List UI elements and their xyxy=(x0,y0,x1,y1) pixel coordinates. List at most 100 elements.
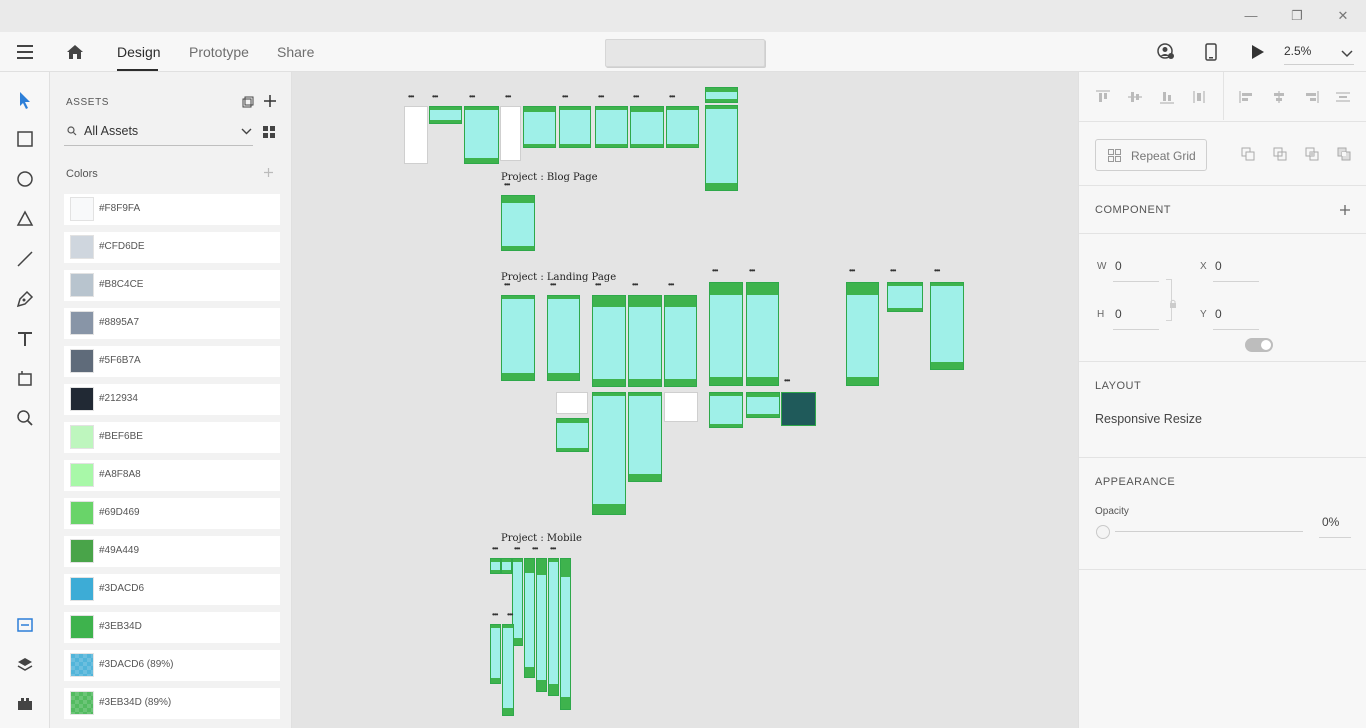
color-swatch-item[interactable]: #B8C4CE xyxy=(64,270,280,301)
artboard-menu-dots[interactable]: ••• xyxy=(507,611,513,619)
artboard-tool-icon[interactable] xyxy=(15,368,35,388)
color-swatch-item[interactable]: #F8F9FA xyxy=(64,194,280,225)
artboard-thumbnail[interactable] xyxy=(592,295,626,387)
artboard-thumbnail[interactable] xyxy=(781,392,816,426)
artboard-thumbnail[interactable] xyxy=(560,558,571,710)
responsive-resize-toggle[interactable] xyxy=(1245,338,1273,352)
distribute-vertical-icon[interactable] xyxy=(1191,90,1207,104)
tab-prototype[interactable]: Prototype xyxy=(189,44,249,60)
artboard-thumbnail[interactable] xyxy=(524,558,535,678)
grid-view-icon[interactable] xyxy=(263,125,275,143)
artboard-thumbnail[interactable] xyxy=(501,195,535,251)
align-center-icon[interactable] xyxy=(1271,90,1287,104)
color-swatch-item[interactable]: #BEF6BE xyxy=(64,422,280,453)
artboard-thumbnail[interactable] xyxy=(429,106,462,124)
add-component-icon[interactable] xyxy=(1339,203,1351,221)
color-swatch-item[interactable]: #212934 xyxy=(64,384,280,415)
artboard-menu-dots[interactable]: ••• xyxy=(550,545,556,553)
artboard-menu-dots[interactable]: ••• xyxy=(749,267,755,275)
zoom-level[interactable]: 2.5% xyxy=(1284,44,1311,58)
chevron-down-icon[interactable] xyxy=(1341,45,1353,63)
add-color-icon[interactable] xyxy=(263,165,274,183)
tab-design[interactable]: Design xyxy=(117,44,161,60)
artboard-label-landing[interactable]: Project : Landing Page xyxy=(501,272,616,283)
color-swatch-item[interactable]: #3DACD6 xyxy=(64,574,280,605)
artboard-thumbnail[interactable] xyxy=(464,106,499,164)
color-swatch-item[interactable]: #3EB34D (89%) xyxy=(64,688,280,719)
plugins-icon[interactable] xyxy=(15,694,35,714)
artboard-menu-dots[interactable]: ••• xyxy=(633,93,639,101)
artboard-thumbnail[interactable] xyxy=(559,106,591,148)
artboard-thumbnail[interactable] xyxy=(930,282,964,370)
artboard-label-blog[interactable]: Project : Blog Page xyxy=(501,172,598,183)
color-swatch-item[interactable]: #69D469 xyxy=(64,498,280,529)
pen-tool-icon[interactable] xyxy=(15,289,35,309)
document-title-field[interactable] xyxy=(605,39,765,67)
restore-icon[interactable]: ❐ xyxy=(1289,8,1305,24)
repeat-grid-button[interactable]: Repeat Grid xyxy=(1095,139,1207,171)
opacity-input[interactable]: 0% xyxy=(1322,515,1339,529)
artboard-menu-dots[interactable]: ••• xyxy=(934,267,940,275)
artboard-menu-dots[interactable]: ••• xyxy=(784,377,790,385)
artboard-thumbnail[interactable] xyxy=(556,418,589,452)
artboard-menu-dots[interactable]: ••• xyxy=(849,267,855,275)
home-icon[interactable] xyxy=(66,43,84,66)
color-swatch-item[interactable]: #49A449 xyxy=(64,536,280,567)
share-user-icon[interactable] xyxy=(1157,43,1175,66)
width-input[interactable]: 0 xyxy=(1115,259,1122,273)
artboard-thumbnail[interactable] xyxy=(664,392,698,422)
layers-icon[interactable] xyxy=(15,655,35,675)
artboard-thumbnail[interactable] xyxy=(536,558,547,692)
artboard-menu-dots[interactable]: ••• xyxy=(505,93,511,101)
artboard-menu-dots[interactable]: ••• xyxy=(492,611,498,619)
artboard-menu-dots[interactable]: ••• xyxy=(408,93,414,101)
artboard-thumbnail[interactable] xyxy=(628,295,662,387)
align-middle-icon[interactable] xyxy=(1127,90,1143,104)
artboard-label-mobile[interactable]: Project : Mobile xyxy=(501,533,582,544)
color-swatch-item[interactable]: #3EB34D xyxy=(64,612,280,643)
artboard-thumbnail[interactable] xyxy=(705,105,738,191)
artboard-menu-dots[interactable]: ••• xyxy=(632,281,638,289)
color-swatch-item[interactable]: #CFD6DE xyxy=(64,232,280,263)
align-right-icon[interactable] xyxy=(1303,90,1319,104)
artboard-thumbnail[interactable] xyxy=(746,282,779,386)
artboard-thumbnail[interactable] xyxy=(664,295,697,387)
align-top-icon[interactable] xyxy=(1095,90,1111,104)
artboard-thumbnail[interactable] xyxy=(746,392,780,418)
artboard-menu-dots[interactable]: ••• xyxy=(514,545,520,553)
polygon-tool-icon[interactable] xyxy=(15,209,35,229)
boolean-exclude-icon[interactable] xyxy=(1337,147,1351,166)
artboard-thumbnail[interactable] xyxy=(666,106,699,148)
artboard-thumbnail[interactable] xyxy=(846,282,879,386)
artboard-thumbnail[interactable] xyxy=(705,87,738,103)
color-swatch-item[interactable]: #3DACD6 (89%) xyxy=(64,650,280,681)
artboard-thumbnail[interactable] xyxy=(501,295,535,381)
artboard-thumbnail[interactable] xyxy=(501,558,512,574)
asset-filter-dropdown[interactable]: All Assets xyxy=(64,120,253,146)
artboard-menu-dots[interactable]: ••• xyxy=(668,281,674,289)
boolean-intersect-icon[interactable] xyxy=(1305,147,1319,166)
minimize-icon[interactable]: — xyxy=(1243,8,1259,24)
add-asset-icon[interactable] xyxy=(263,94,277,113)
assets-panel-icon[interactable] xyxy=(15,615,35,635)
artboard-menu-dots[interactable]: ••• xyxy=(469,93,475,101)
artboard-thumbnail[interactable] xyxy=(523,106,556,148)
artboard-thumbnail[interactable] xyxy=(548,558,559,696)
artboard-thumbnail[interactable] xyxy=(556,392,588,414)
color-swatch-item[interactable]: #5F6B7A xyxy=(64,346,280,377)
line-tool-icon[interactable] xyxy=(15,249,35,269)
library-icon[interactable] xyxy=(242,95,254,113)
boolean-add-icon[interactable] xyxy=(1241,147,1255,166)
align-left-icon[interactable] xyxy=(1239,90,1255,104)
artboard-menu-dots[interactable]: ••• xyxy=(669,93,675,101)
menu-icon[interactable] xyxy=(17,45,33,59)
artboard-thumbnail[interactable] xyxy=(490,624,501,684)
artboard-menu-dots[interactable]: ••• xyxy=(598,93,604,101)
artboard-thumbnail[interactable] xyxy=(709,282,743,386)
artboard-thumbnail[interactable] xyxy=(592,392,626,515)
align-bottom-icon[interactable] xyxy=(1159,90,1175,104)
zoom-tool-icon[interactable] xyxy=(15,408,35,428)
device-preview-icon[interactable] xyxy=(1205,43,1217,66)
artboard-thumbnail[interactable] xyxy=(630,106,664,148)
design-canvas[interactable]: ••• ••• ••• ••• ••• ••• ••• ••• ••• ••• ••• ••• ••• •… xyxy=(292,72,1078,728)
